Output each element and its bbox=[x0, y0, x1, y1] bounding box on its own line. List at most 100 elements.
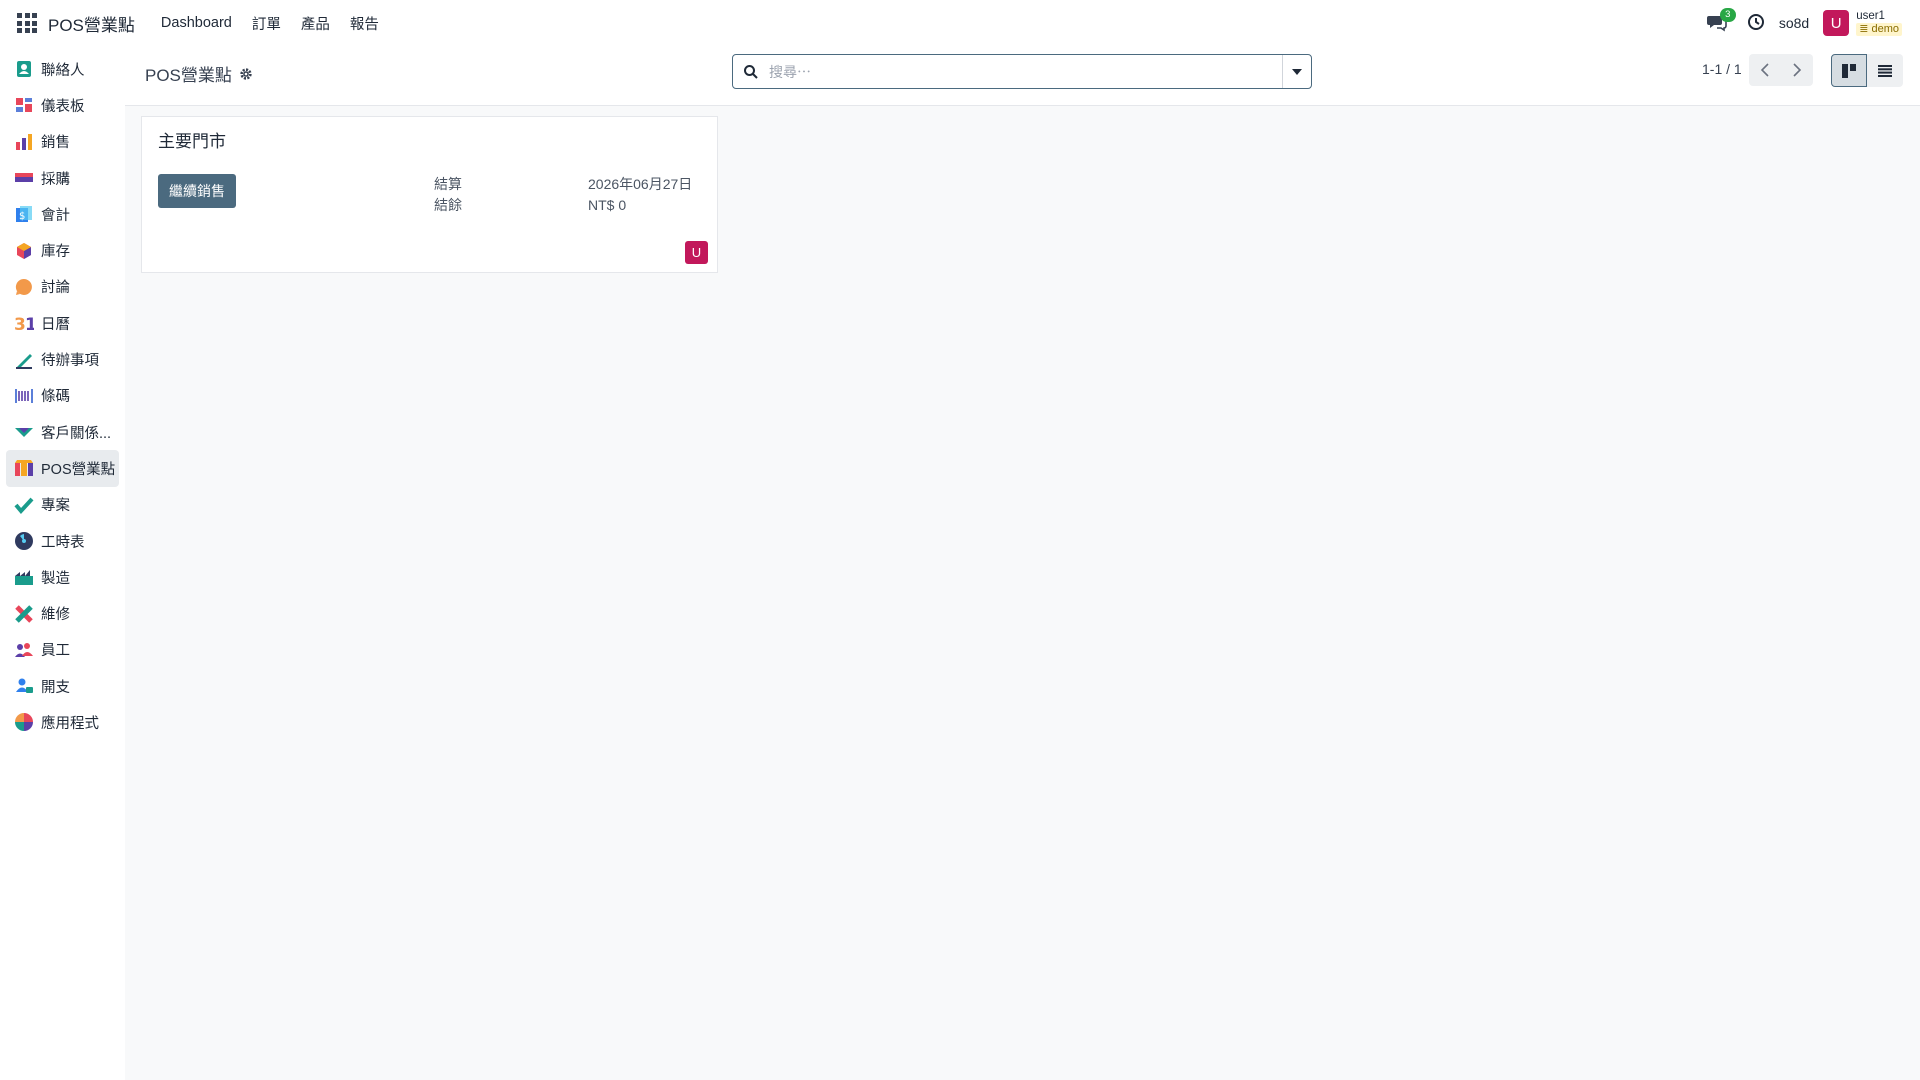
list-view-button[interactable] bbox=[1867, 54, 1903, 87]
menu-orders[interactable]: 訂單 bbox=[242, 13, 291, 34]
user-menu[interactable]: user1 ≣ demo bbox=[1856, 10, 1902, 36]
user-db-badge: ≣ demo bbox=[1856, 23, 1902, 36]
timesheet-icon bbox=[14, 531, 34, 551]
sidebar-item-sales[interactable]: 銷售 bbox=[6, 124, 119, 160]
kanban-view-button[interactable] bbox=[1831, 54, 1867, 87]
discuss-icon bbox=[14, 277, 34, 297]
sidebar-item-purchase[interactable]: 採購 bbox=[6, 160, 119, 196]
pager-value[interactable]: 1-1 / 1 bbox=[1702, 61, 1742, 77]
manufacturing-icon bbox=[14, 567, 34, 587]
chevron-right-icon bbox=[1793, 63, 1802, 77]
sidebar-item-label: 討論 bbox=[41, 280, 70, 297]
sidebar-item-contacts[interactable]: 聯絡人 bbox=[6, 51, 119, 87]
pager-previous-button[interactable] bbox=[1749, 54, 1781, 86]
sidebar-item-calendar[interactable]: 31 日曆 bbox=[6, 305, 119, 341]
top-menu: Dashboard 訂單 產品 報告 bbox=[151, 13, 389, 34]
sidebar-item-timesheet[interactable]: 工時表 bbox=[6, 523, 119, 559]
sidebar-item-discuss[interactable]: 討論 bbox=[6, 269, 119, 305]
repair-icon bbox=[14, 604, 34, 624]
svg-text:1: 1 bbox=[25, 315, 34, 333]
dashboard-icon bbox=[14, 95, 34, 115]
systray: 3 so8d U user1 ≣ demo bbox=[1706, 0, 1920, 46]
barcode-icon bbox=[14, 386, 34, 406]
search-bar bbox=[732, 54, 1312, 89]
sidebar-item-manufacturing[interactable]: 製造 bbox=[6, 559, 119, 595]
breadcrumb: POS營業點 bbox=[145, 61, 253, 86]
responsible-avatar[interactable]: U bbox=[685, 241, 708, 264]
continue-selling-button[interactable]: 繼續銷售 bbox=[158, 174, 236, 208]
page-title: POS營業點 bbox=[145, 66, 232, 85]
sidebar-item-dashboard[interactable]: 儀表板 bbox=[6, 87, 119, 123]
sales-icon bbox=[14, 132, 34, 152]
balance-label: 結餘 bbox=[434, 197, 462, 213]
card-values: 2026年06月27日 NT$ 0 bbox=[588, 174, 692, 216]
pager-next-button[interactable] bbox=[1781, 54, 1813, 86]
crm-icon bbox=[14, 422, 34, 442]
activities-button[interactable] bbox=[1747, 13, 1767, 33]
control-panel: POS營業點 1-1 / 1 bbox=[125, 46, 1920, 106]
sidebar-item-label: 應用程式 bbox=[41, 715, 99, 732]
accounting-icon: $ bbox=[14, 204, 34, 224]
sidebar-item-label: 工時表 bbox=[41, 534, 85, 551]
apps-icon bbox=[14, 712, 34, 732]
caret-down-icon bbox=[1292, 68, 1302, 75]
gear-icon[interactable] bbox=[239, 67, 253, 81]
sidebar-item-crm[interactable]: 客戶關係... bbox=[6, 414, 119, 450]
card-labels: 結算 結餘 bbox=[434, 174, 462, 216]
sidebar-item-label: 日曆 bbox=[41, 316, 70, 333]
search-options-toggle[interactable] bbox=[1282, 55, 1311, 88]
svg-text:$: $ bbox=[19, 211, 25, 222]
user-avatar[interactable]: U bbox=[1823, 10, 1850, 36]
search-input[interactable] bbox=[769, 56, 1282, 87]
sidebar-item-repair[interactable]: 維修 bbox=[6, 595, 119, 631]
sidebar-item-pos[interactable]: POS營業點 bbox=[6, 450, 119, 487]
contacts-icon bbox=[14, 59, 34, 79]
sidebar-item-label: 專案 bbox=[41, 498, 70, 515]
menu-reports[interactable]: 報告 bbox=[340, 13, 389, 34]
sidebar-item-label: 維修 bbox=[41, 607, 70, 624]
chevron-left-icon bbox=[1760, 63, 1769, 77]
menu-products[interactable]: 產品 bbox=[291, 13, 340, 34]
kanban-view-icon bbox=[1842, 63, 1856, 78]
top-navbar: POS營業點 Dashboard 訂單 產品 報告 3 so8d U user1… bbox=[0, 0, 1920, 46]
user-name: user1 bbox=[1856, 10, 1885, 22]
sidebar-item-label: 儀表板 bbox=[41, 98, 85, 115]
sidebar-item-accounting[interactable]: $ 會計 bbox=[6, 196, 119, 232]
purchase-icon bbox=[14, 168, 34, 188]
messages-button[interactable]: 3 bbox=[1706, 8, 1736, 34]
sidebar-item-label: 銷售 bbox=[41, 135, 70, 152]
employees-icon bbox=[14, 640, 34, 660]
calendar-icon: 31 bbox=[14, 313, 34, 333]
sidebar-item-project[interactable]: 專案 bbox=[6, 487, 119, 523]
sidebar-item-label: 庫存 bbox=[41, 244, 70, 261]
sidebar-item-label: 聯絡人 bbox=[41, 62, 85, 79]
inventory-icon bbox=[14, 241, 34, 261]
sidebar-item-inventory[interactable]: 庫存 bbox=[6, 232, 119, 268]
pos-config-card: 主要門市 繼續銷售 結算 結餘 2026年06月27日 NT$ 0 U bbox=[141, 116, 718, 273]
sidebar-item-todo[interactable]: 待辦事項 bbox=[6, 341, 119, 377]
sidebar-item-barcode[interactable]: 條碼 bbox=[6, 378, 119, 414]
sidebar-item-label: 製造 bbox=[41, 570, 70, 587]
sidebar-item-label: 會計 bbox=[41, 207, 70, 224]
balance-value: NT$ 0 bbox=[588, 197, 627, 213]
sidebar-item-label: 採購 bbox=[41, 171, 70, 188]
list-view-icon bbox=[1878, 64, 1892, 77]
sidebar-item-label: POS營業點 bbox=[41, 461, 116, 478]
apps-sidebar: 聯絡人 儀表板 銷售 採購 $ 會計 庫存 討論 31 日曆 待辦事項 條碼 客… bbox=[0, 46, 125, 1080]
sidebar-item-expenses[interactable]: 開支 bbox=[6, 668, 119, 704]
closing-date: 2026年06月27日 bbox=[588, 176, 693, 192]
sidebar-item-label: 開支 bbox=[41, 679, 70, 696]
apps-menu-icon[interactable] bbox=[14, 10, 40, 36]
app-brand[interactable]: POS營業點 bbox=[48, 11, 135, 36]
user-db-name: demo bbox=[1871, 23, 1899, 35]
clock-icon bbox=[1747, 14, 1764, 30]
sidebar-item-label: 條碼 bbox=[41, 389, 70, 406]
sidebar-item-label: 客戶關係... bbox=[41, 425, 112, 442]
sidebar-item-label: 待辦事項 bbox=[41, 353, 99, 370]
menu-dashboard[interactable]: Dashboard bbox=[151, 15, 242, 31]
project-icon bbox=[14, 495, 34, 515]
card-title[interactable]: 主要門市 bbox=[158, 127, 226, 152]
sidebar-item-employees[interactable]: 員工 bbox=[6, 632, 119, 668]
sidebar-item-apps[interactable]: 應用程式 bbox=[6, 704, 119, 740]
database-name: so8d bbox=[1778, 15, 1810, 31]
